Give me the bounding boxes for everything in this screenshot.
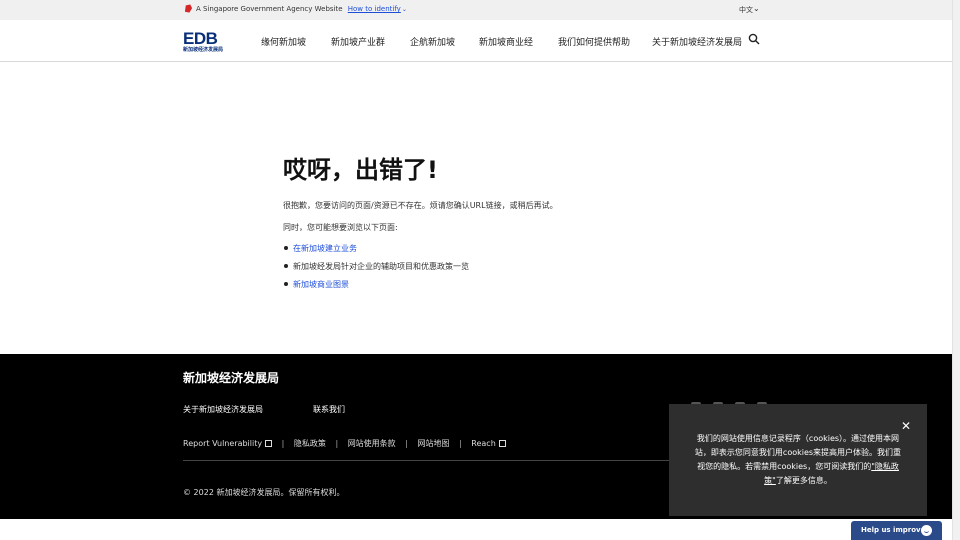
- gov-label: A Singapore Government Agency Website: [196, 5, 343, 13]
- suggestion-intro: 同时，您可能想要浏览以下页面:: [283, 223, 398, 232]
- logo-subtitle: 新加坡经济发展局: [183, 47, 224, 53]
- separator: |: [459, 439, 462, 448]
- terms-of-use-link[interactable]: 网站使用条款: [348, 439, 396, 448]
- external-link-icon: [498, 440, 506, 447]
- site-header: EDB 新加坡经济发展局 缘何新加坡 新加坡产业群 企航新加坡 新加坡商业经 我…: [0, 20, 952, 62]
- footer-contact-link[interactable]: 联系我们: [313, 404, 345, 415]
- sitemap-link[interactable]: 网站地图: [417, 439, 449, 448]
- separator: |: [335, 439, 339, 448]
- report-vulnerability-link[interactable]: Report Vulnerability: [183, 439, 262, 448]
- suggested-links: 在新加坡建立业务 新加坡经发局针对企业的辅助项目和优惠政策一览 新加坡商业图景: [283, 243, 469, 297]
- reach-link[interactable]: Reach: [471, 439, 496, 448]
- external-link-icon: [265, 440, 273, 447]
- smiley-icon: [921, 525, 932, 536]
- cookie-message-end: 了解更多信息。: [775, 476, 832, 485]
- separator: |: [405, 439, 408, 448]
- gov-text: A Singapore Government Agency Website Ho…: [196, 5, 407, 13]
- edb-logo[interactable]: EDB 新加坡经济发展局: [183, 30, 227, 54]
- nav-enterprise[interactable]: 企航新加坡: [410, 35, 455, 48]
- nav-about-edb[interactable]: 关于新加坡经济发展局: [652, 35, 742, 48]
- nav-why-singapore[interactable]: 缘何新加坡: [261, 35, 306, 48]
- list-item: 新加坡经发局针对企业的辅助项目和优惠政策一览: [283, 261, 469, 279]
- feedback-button[interactable]: Help us improve: [851, 521, 942, 540]
- cookie-text: 我们的网站使用信息记录程序（cookies）。通过使用本网站，即表示您同意我们用…: [693, 432, 903, 488]
- nav-how-we-help[interactable]: 我们如何提供帮助: [558, 35, 630, 48]
- link-set-up-business[interactable]: 在新加坡建立业务: [293, 244, 357, 253]
- nav-industries[interactable]: 新加坡产业群: [331, 35, 385, 48]
- link-incentives: 新加坡经发局针对企业的辅助项目和优惠政策一览: [293, 262, 469, 271]
- cookie-banner: ✕ 我们的网站使用信息记录程序（cookies）。通过使用本网站，即表示您同意我…: [669, 404, 927, 516]
- how-to-identify-link[interactable]: How to identify: [348, 5, 401, 13]
- search-icon[interactable]: [748, 33, 760, 45]
- footer-about-link[interactable]: 关于新加坡经济发展局: [183, 404, 263, 415]
- footer-title: 新加坡经济发展局: [183, 371, 280, 385]
- nav-business-insights[interactable]: 新加坡商业经: [479, 35, 533, 48]
- footer-divider: [183, 460, 703, 461]
- feedback-label: Help us improve: [861, 526, 926, 534]
- language-selector[interactable]: 中文: [739, 5, 753, 15]
- logo-letters: EDB: [183, 29, 218, 48]
- chevron-down-icon: ⌄: [401, 6, 407, 13]
- chevron-down-icon: ⌄: [753, 4, 760, 13]
- copyright: © 2022 新加坡经济发展局。保留所有权利。: [183, 488, 345, 497]
- list-item: 新加坡商业图景: [283, 279, 469, 297]
- link-business-landscape[interactable]: 新加坡商业图景: [293, 280, 349, 289]
- list-item: 在新加坡建立业务: [283, 243, 469, 261]
- error-message: 很抱歉，您要访问的页面/资源已不存在。烦请您确认URL链接，或稍后再试。: [283, 201, 558, 210]
- scrollbar[interactable]: [952, 0, 960, 540]
- separator: |: [281, 439, 285, 448]
- page-title: 哎呀，出错了!: [283, 156, 438, 184]
- masthead: A Singapore Government Agency Website Ho…: [0, 0, 952, 20]
- footer-legal-links: Report Vulnerability | 隐私政策 | 网站使用条款 | 网…: [183, 438, 506, 449]
- close-icon[interactable]: ✕: [901, 420, 911, 432]
- singapore-lion-icon: [184, 4, 193, 13]
- privacy-policy-link[interactable]: 隐私政策: [294, 439, 326, 448]
